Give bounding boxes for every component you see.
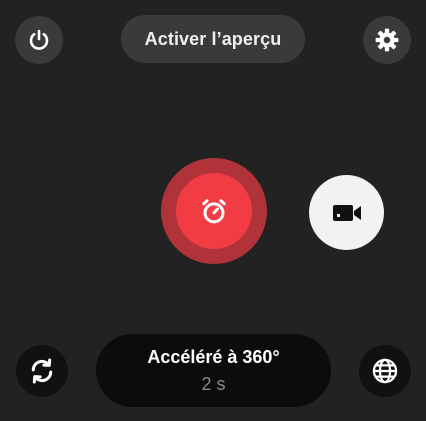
capture-mode-selector[interactable]: Accéléré à 360° 2 s (96, 334, 331, 407)
video-mode-button[interactable] (309, 175, 384, 250)
globe-button[interactable] (359, 345, 411, 397)
enable-preview-button[interactable]: Activer l’aperçu (121, 15, 305, 63)
globe-icon (371, 357, 399, 385)
capture-mode-interval: 2 s (201, 373, 226, 394)
capture-mode-title: Accéléré à 360° (147, 346, 280, 367)
settings-button[interactable] (363, 16, 411, 64)
sync-button[interactable] (16, 345, 68, 397)
sync-icon (28, 357, 56, 385)
power-icon (27, 28, 51, 52)
shutter-inner[interactable] (176, 173, 252, 249)
enable-preview-label: Activer l’aperçu (144, 28, 282, 49)
power-button[interactable] (15, 16, 63, 64)
shutter-button[interactable] (161, 158, 267, 264)
gear-icon (374, 27, 400, 53)
video-camera-icon (330, 201, 364, 225)
timer-icon (199, 196, 229, 226)
